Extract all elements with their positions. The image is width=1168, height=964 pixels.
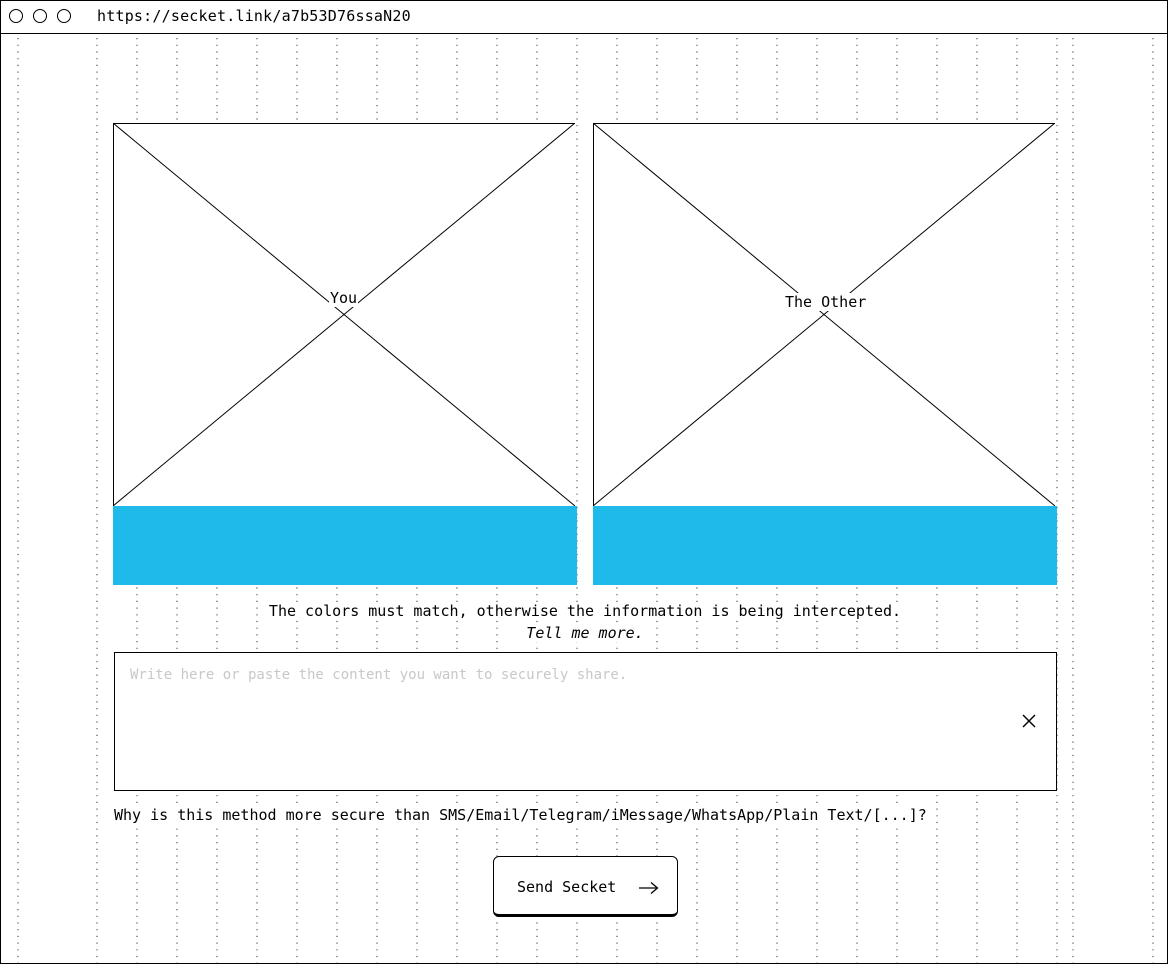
secret-content-input[interactable] (115, 653, 1025, 801)
page-content: You The Other The colors must match, oth… (1, 34, 1167, 963)
window-control-close[interactable] (9, 9, 23, 23)
color-indicator-you (113, 506, 577, 585)
send-secket-label: Send Secket (517, 878, 617, 896)
image-placeholder-other (593, 123, 1055, 506)
panel-other: The Other (593, 123, 1057, 585)
panel-you: You (113, 123, 577, 585)
window-control-maximize[interactable] (57, 9, 71, 23)
browser-titlebar: https://secket.link/a7b53D76ssaN20 (1, 1, 1167, 34)
secret-editor (114, 652, 1057, 801)
color-indicator-other (593, 506, 1057, 585)
tell-me-more-link[interactable]: Tell me more. (526, 624, 644, 642)
color-match-notice: The colors must match, otherwise the inf… (113, 602, 1057, 620)
address-bar-url[interactable]: https://secket.link/a7b53D76ssaN20 (97, 7, 411, 25)
panel-label-you: You (329, 289, 359, 307)
image-placeholder-you (113, 123, 575, 506)
arrow-right-icon (639, 882, 659, 894)
browser-window: https://secket.link/a7b53D76ssaN20 You T… (0, 0, 1168, 964)
panel-label-other: The Other (784, 293, 868, 311)
close-icon[interactable] (1019, 711, 1039, 731)
send-secket-button[interactable]: Send Secket (493, 856, 678, 917)
tell-me-more-row: Tell me more. (113, 624, 1057, 642)
why-secure-link[interactable]: Why is this method more secure than SMS/… (114, 806, 927, 824)
color-match-notice-text: The colors must match, otherwise the inf… (268, 602, 902, 620)
window-control-minimize[interactable] (33, 9, 47, 23)
